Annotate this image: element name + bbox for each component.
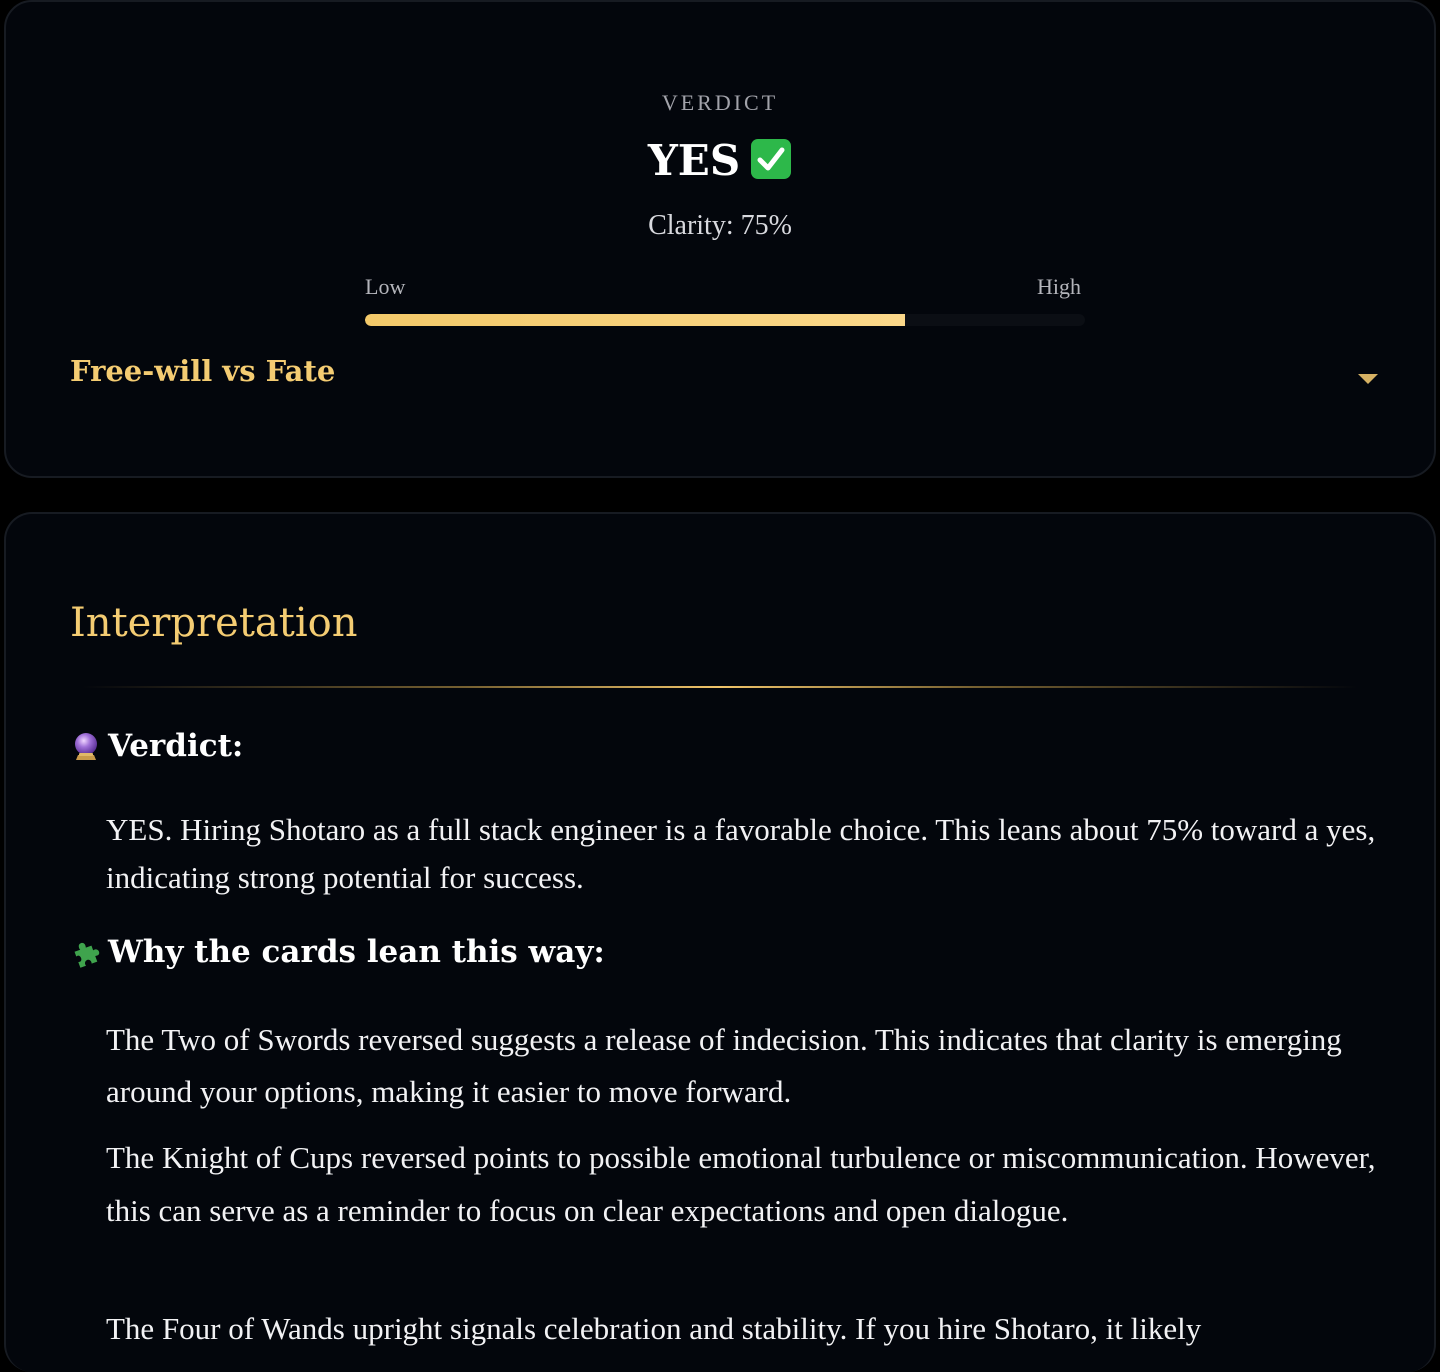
puzzle-piece-icon [74,942,100,968]
verdict-label: VERDICT [661,90,779,115]
caret-down-icon[interactable] [1358,374,1378,384]
free-will-vs-fate-title: Free-will vs Fate [70,354,336,388]
verdict-heading-text: Verdict: [108,728,244,764]
clarity-bar-fill [365,314,905,326]
verdict-heading: Verdict: [70,728,243,764]
why-heading: Why the cards lean this way: [70,934,605,970]
free-will-vs-fate-toggle[interactable]: Free-will vs Fate [70,354,1378,398]
scale-low-label: Low [365,274,406,299]
gold-divider [82,686,1358,688]
interpretation-title: Interpretation [70,600,358,646]
why-paragraph: The Knight of Cups reversed points to po… [106,1140,1376,1228]
verdict-answer: YES [6,138,1434,182]
verdict-card: VERDICT YES Clarity: 75% Low High Free-w… [4,0,1436,478]
clarity-bar [365,314,1085,326]
why-heading-text: Why the cards lean this way: [108,934,605,970]
why-paragraph: The Two of Swords reversed suggests a re… [106,1022,1342,1109]
why-paragraph: The Four of Wands upright signals celebr… [106,1311,1202,1346]
scale-high-label: High [1037,274,1081,299]
interpretation-card: Interpretation Verdict: YES. Hiring Shot… [4,512,1436,1372]
verdict-answer-text: YES [647,136,741,185]
check-mark-icon [751,139,792,179]
crystal-ball-icon [75,733,97,760]
verdict-paragraph: YES. Hiring Shotaro as a full stack engi… [106,812,1376,895]
clarity-text: Clarity: 75% [648,210,792,241]
